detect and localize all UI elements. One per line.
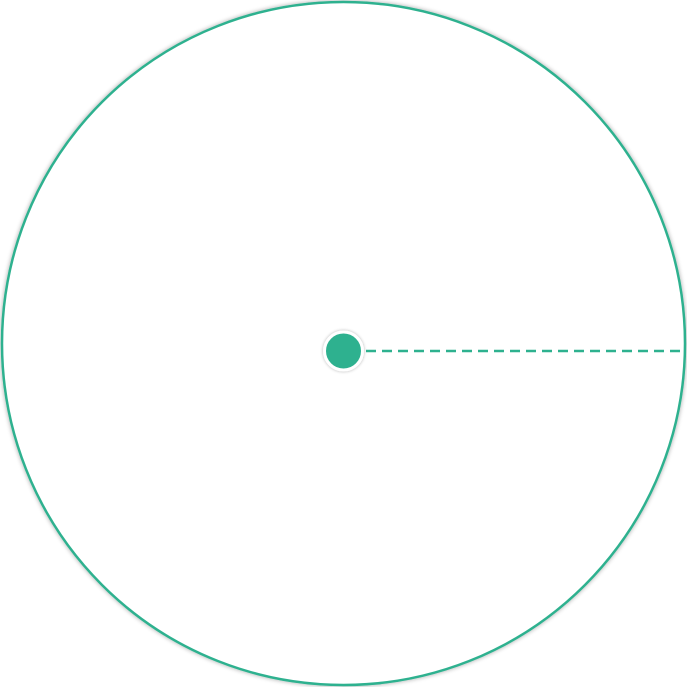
map-overlay: [0, 0, 687, 687]
location-dot-icon: [323, 330, 364, 372]
map-view[interactable]: [0, 0, 687, 687]
center-marker[interactable]: [323, 330, 364, 372]
